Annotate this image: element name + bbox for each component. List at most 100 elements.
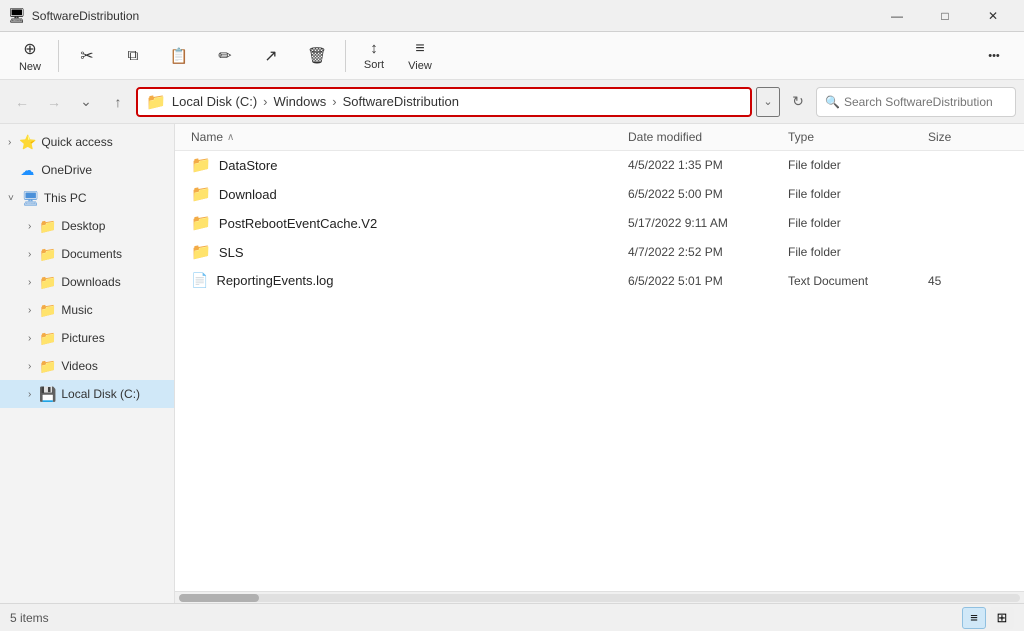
table-row[interactable]: 📁 DataStore 4/5/2022 1:35 PM File folder: [175, 151, 1024, 180]
path-part-1: Local Disk (C:): [172, 94, 257, 109]
paste-icon: 📋: [170, 47, 189, 65]
toolbar-divider-1: [58, 40, 59, 72]
cut-button[interactable]: ✂: [65, 42, 109, 70]
forward-button[interactable]: →: [40, 88, 68, 116]
up-button[interactable]: ↑: [104, 88, 132, 116]
hscroll-thumb[interactable]: [179, 594, 259, 602]
table-row[interactable]: 📄 ReportingEvents.log 6/5/2022 5:01 PM T…: [175, 267, 1024, 295]
more-icon: •••: [988, 50, 1000, 62]
expand-icon-desktop: ›: [28, 221, 31, 232]
sidebar-item-quick-access[interactable]: › ⭐ Quick access: [0, 128, 174, 156]
sidebar-item-music[interactable]: › 📁 Music: [0, 296, 174, 324]
header-name-label: Name: [191, 130, 223, 144]
header-size-label: Size: [928, 130, 951, 144]
file-type: File folder: [788, 158, 928, 172]
desktop-icon: 📁: [39, 218, 55, 235]
copy-icon: ⧉: [128, 47, 139, 64]
back-button[interactable]: ←: [8, 88, 36, 116]
file-list: 📁 DataStore 4/5/2022 1:35 PM File folder…: [175, 151, 1024, 591]
new-icon: ⊕: [23, 39, 36, 59]
file-area: Name ∧ Date modified Type Size 📁 DataSto…: [175, 124, 1024, 603]
new-button[interactable]: ⊕ New: [8, 35, 52, 77]
file-type: File folder: [788, 187, 928, 201]
downloads-icon: 📁: [39, 274, 55, 291]
quick-access-label: Quick access: [41, 135, 112, 149]
window-controls: — □ ✕: [874, 0, 1016, 32]
address-dropdown-button[interactable]: ⌄: [756, 87, 780, 117]
more-button[interactable]: •••: [972, 46, 1016, 66]
delete-icon: 🗑: [307, 46, 327, 66]
file-name: PostRebootEventCache.V2: [219, 216, 377, 231]
minimize-button[interactable]: —: [874, 0, 920, 32]
list-view-button[interactable]: ≡: [962, 607, 986, 629]
address-path[interactable]: 📁 Local Disk (C:) › Windows › SoftwareDi…: [136, 87, 752, 117]
header-size[interactable]: Size: [928, 130, 1008, 144]
share-button[interactable]: ↗: [249, 42, 293, 70]
view-icon: ≡: [415, 40, 424, 58]
view-label: View: [408, 60, 432, 72]
header-name[interactable]: Name ∧: [191, 130, 628, 144]
sidebar-item-downloads[interactable]: › 📁 Downloads: [0, 268, 174, 296]
folder-icon: 📁: [191, 155, 211, 175]
expand-icon-documents: ›: [28, 249, 31, 260]
sidebar-item-pictures[interactable]: › 📁 Pictures: [0, 324, 174, 352]
sort-button[interactable]: ↕ Sort: [352, 36, 396, 75]
file-name: DataStore: [219, 158, 278, 173]
local-disk-label: Local Disk (C:): [61, 387, 140, 401]
grid-view-button[interactable]: ⊞: [990, 607, 1014, 629]
rename-button[interactable]: ✏: [203, 42, 247, 70]
paste-button[interactable]: 📋: [157, 43, 201, 69]
table-row[interactable]: 📁 PostRebootEventCache.V2 5/17/2022 9:11…: [175, 209, 1024, 238]
sidebar-item-local-disk[interactable]: › 💾 Local Disk (C:): [0, 380, 174, 408]
file-name: Download: [219, 187, 277, 202]
expand-icon-quick-access: ›: [8, 137, 11, 148]
videos-icon: 📁: [39, 358, 55, 375]
file-name: SLS: [219, 245, 244, 260]
delete-button[interactable]: 🗑: [295, 42, 339, 70]
sidebar: › ⭐ Quick access › ☁ OneDrive ˅ 🖥 This P…: [0, 124, 175, 603]
sidebar-item-desktop[interactable]: › 📁 Desktop: [0, 212, 174, 240]
file-size: 45: [928, 274, 1008, 288]
videos-label: Videos: [61, 359, 97, 373]
downloads-label: Downloads: [61, 275, 120, 289]
local-disk-icon: 💾: [39, 386, 55, 403]
new-label: New: [19, 61, 41, 73]
file-header[interactable]: Name ∧ Date modified Type Size: [175, 124, 1024, 151]
this-pc-label: This PC: [44, 191, 87, 205]
sidebar-item-videos[interactable]: › 📁 Videos: [0, 352, 174, 380]
onedrive-label: OneDrive: [41, 163, 92, 177]
file-date: 6/5/2022 5:01 PM: [628, 274, 788, 288]
file-date: 5/17/2022 9:11 AM: [628, 216, 788, 230]
refresh-button[interactable]: ↻: [784, 88, 812, 116]
this-pc-icon: 🖥: [22, 190, 38, 207]
table-row[interactable]: 📁 Download 6/5/2022 5:00 PM File folder: [175, 180, 1024, 209]
maximize-button[interactable]: □: [922, 0, 968, 32]
path-part-3: SoftwareDistribution: [343, 94, 459, 109]
copy-button[interactable]: ⧉: [111, 43, 155, 68]
sidebar-item-onedrive[interactable]: › ☁ OneDrive: [0, 156, 174, 184]
sidebar-item-documents[interactable]: › 📁 Documents: [0, 240, 174, 268]
folder-icon: 📁: [191, 184, 211, 204]
table-row[interactable]: 📁 SLS 4/7/2022 2:52 PM File folder: [175, 238, 1024, 267]
toolbar: ⊕ New ✂ ⧉ 📋 ✏ ↗ 🗑 ↕ Sort ≡ View •••: [0, 32, 1024, 80]
share-icon: ↗: [264, 46, 277, 66]
header-date[interactable]: Date modified: [628, 130, 788, 144]
sidebar-content: › ⭐ Quick access › ☁ OneDrive ˅ 🖥 This P…: [0, 128, 174, 599]
close-button[interactable]: ✕: [970, 0, 1016, 32]
dropdown-recent-button[interactable]: ⌄: [72, 88, 100, 116]
documents-icon: 📁: [39, 246, 55, 263]
view-button[interactable]: ≡ View: [398, 36, 442, 76]
search-box[interactable]: 🔍: [816, 87, 1016, 117]
horizontal-scrollbar[interactable]: [175, 591, 1024, 603]
expand-icon-music: ›: [28, 305, 31, 316]
sort-icon: ↕: [370, 40, 378, 57]
path-sep-2: ›: [332, 94, 336, 109]
search-input[interactable]: [844, 95, 1007, 109]
file-date: 4/7/2022 2:52 PM: [628, 245, 788, 259]
path-part-2: Windows: [274, 94, 327, 109]
quick-access-icon: ⭐: [19, 134, 35, 151]
expand-icon-local-disk: ›: [28, 389, 31, 400]
sidebar-item-this-pc[interactable]: ˅ 🖥 This PC: [0, 184, 174, 212]
header-type[interactable]: Type: [788, 130, 928, 144]
search-icon: 🔍: [825, 95, 840, 109]
